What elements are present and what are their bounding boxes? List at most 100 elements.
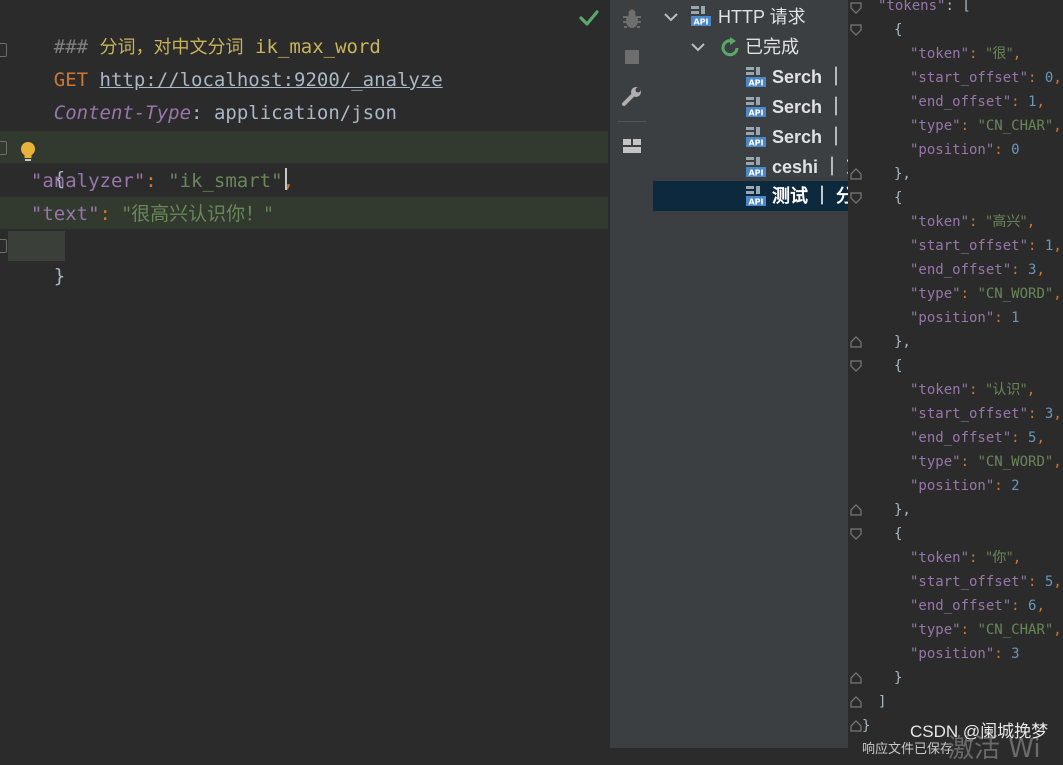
tree-group-label: 已完成 xyxy=(745,37,799,57)
field-colon: : xyxy=(969,382,986,398)
fold-marker-icon[interactable] xyxy=(0,239,7,253)
field-value: "高兴" xyxy=(985,214,1027,230)
bug-icon[interactable] xyxy=(620,7,644,31)
object-close: }, xyxy=(894,166,911,182)
http-request-editor[interactable]: ### 分词，对中文分词 ik_max_word GET http://loca… xyxy=(0,0,609,748)
layout-icon[interactable] xyxy=(620,134,644,158)
svg-text:API: API xyxy=(748,139,763,148)
tree-item-selected[interactable]: API 测试 ｜ 分 xyxy=(653,181,848,211)
field-comma: , xyxy=(1053,118,1062,134)
token-field-line: "start_offset": 3, xyxy=(910,402,1062,426)
tree-item[interactable]: API Serch ｜ xyxy=(653,122,848,152)
field-comma: , xyxy=(1053,406,1062,422)
object-close: }, xyxy=(894,334,911,350)
field-value: "认识" xyxy=(985,382,1027,398)
svg-text:API: API xyxy=(748,169,763,178)
field-value: 0 xyxy=(1011,142,1020,158)
field-colon: : xyxy=(1028,406,1045,422)
text-value: "很高兴认识你！" xyxy=(122,203,273,225)
token-field-line: "position": 2 xyxy=(910,474,1020,498)
check-icon[interactable] xyxy=(578,8,600,28)
fold-marker-icon[interactable] xyxy=(0,141,7,155)
tree-item[interactable]: API Serch ｜ xyxy=(653,92,848,122)
tokens-line: "tokens": [ xyxy=(878,0,971,18)
tokens-open: : [ xyxy=(945,0,971,14)
chevron-down-icon[interactable] xyxy=(663,9,679,25)
tree-root-label: HTTP 请求 xyxy=(718,7,806,27)
field-comma: , xyxy=(1036,262,1045,278)
token-field-line: "end_offset": 3, xyxy=(910,258,1045,282)
field-key: "position" xyxy=(910,142,995,158)
chevron-down-icon[interactable] xyxy=(690,39,706,55)
request-line[interactable]: GET http://localhost:9200/_analyze xyxy=(8,35,443,91)
field-key: "end_offset" xyxy=(910,598,1012,614)
svg-text:API: API xyxy=(748,198,763,207)
csdn-watermark: CSDN @阑城挽梦 xyxy=(910,722,1049,741)
fold-marker-icon[interactable] xyxy=(850,192,862,204)
token-field-line: "end_offset": 6, xyxy=(910,594,1045,618)
fold-marker-icon[interactable] xyxy=(850,336,862,348)
field-key: "position" xyxy=(910,646,995,662)
field-colon: : xyxy=(969,550,986,566)
response-viewer[interactable]: "tokens": [ {"token": "很", "start_offset"… xyxy=(848,0,1063,748)
field-colon: : xyxy=(994,142,1012,158)
root-close: } xyxy=(862,718,871,734)
token-field-line: "start_offset": 1, xyxy=(910,234,1062,258)
token-field-line: "token": "很", xyxy=(910,42,1021,66)
analyzer-value: "ik_smart" xyxy=(168,170,283,192)
object-close: }, xyxy=(894,502,911,518)
analyzer-line[interactable]: "analyzer": "ik_smart", xyxy=(8,166,294,196)
field-key: "token" xyxy=(910,382,970,398)
comment-line[interactable]: ### 分词，对中文分词 ik_max_word xyxy=(8,2,381,58)
token-field-line: "end_offset": 1, xyxy=(910,90,1045,114)
field-comma: , xyxy=(1053,622,1062,638)
field-comma: , xyxy=(1036,598,1045,614)
tree-group-completed[interactable]: 已完成 xyxy=(653,32,848,62)
brace-close: } xyxy=(53,265,66,287)
fold-marker-icon[interactable] xyxy=(850,696,862,708)
current-line-highlight xyxy=(0,131,608,163)
tree-item[interactable]: API ceshi ｜ 东 xyxy=(653,152,848,182)
fold-marker-icon[interactable] xyxy=(850,720,862,732)
wrench-icon[interactable] xyxy=(620,84,644,108)
field-comma: , xyxy=(1012,46,1022,62)
field-value: "你" xyxy=(985,550,1013,566)
colon: : xyxy=(99,203,123,225)
field-comma: , xyxy=(1053,574,1062,590)
tree-root-http-requests[interactable]: API HTTP 请求 xyxy=(653,2,848,32)
fold-marker-icon[interactable] xyxy=(850,504,862,516)
fold-marker-icon[interactable] xyxy=(850,360,862,372)
token-field-line: "type": "CN_WORD", xyxy=(910,282,1062,306)
token-field-line: "token": "高兴", xyxy=(910,210,1035,234)
object-close: } xyxy=(894,670,903,686)
header-value: application/json xyxy=(213,102,397,124)
stop-icon[interactable] xyxy=(620,45,644,69)
body-close-line[interactable]: } xyxy=(8,231,66,287)
field-value: "CN_WORD" xyxy=(977,454,1054,470)
fold-marker-icon[interactable] xyxy=(850,672,862,684)
field-key: "start_offset" xyxy=(910,70,1029,86)
tree-item-label: Serch ｜ xyxy=(772,67,846,87)
tree-item[interactable]: API Serch ｜ xyxy=(653,62,848,92)
field-key: "type" xyxy=(910,454,961,470)
svg-text:API: API xyxy=(693,18,708,27)
header-line[interactable]: Content-Type: application/json xyxy=(8,68,397,124)
text-line[interactable]: "text": "很高兴认识你！" xyxy=(8,199,273,229)
fold-marker-icon[interactable] xyxy=(0,43,7,57)
fold-marker-icon[interactable] xyxy=(850,168,862,180)
token-field-line: "start_offset": 5, xyxy=(910,570,1062,594)
field-value: "CN_CHAR" xyxy=(977,622,1054,638)
field-key: "end_offset" xyxy=(910,430,1012,446)
field-key: "start_offset" xyxy=(910,574,1029,590)
field-comma: , xyxy=(1036,430,1045,446)
field-colon: : xyxy=(1028,238,1045,254)
token-field-line: "position": 0 xyxy=(910,138,1020,162)
field-colon: : xyxy=(960,118,978,134)
fold-marker-icon[interactable] xyxy=(850,2,862,14)
token-field-line: "end_offset": 5, xyxy=(910,426,1045,450)
lightbulb-icon[interactable] xyxy=(19,141,37,163)
field-comma: , xyxy=(1053,286,1062,302)
fold-marker-icon[interactable] xyxy=(850,528,862,540)
fold-marker-icon[interactable] xyxy=(850,24,862,36)
field-key: "type" xyxy=(910,118,961,134)
